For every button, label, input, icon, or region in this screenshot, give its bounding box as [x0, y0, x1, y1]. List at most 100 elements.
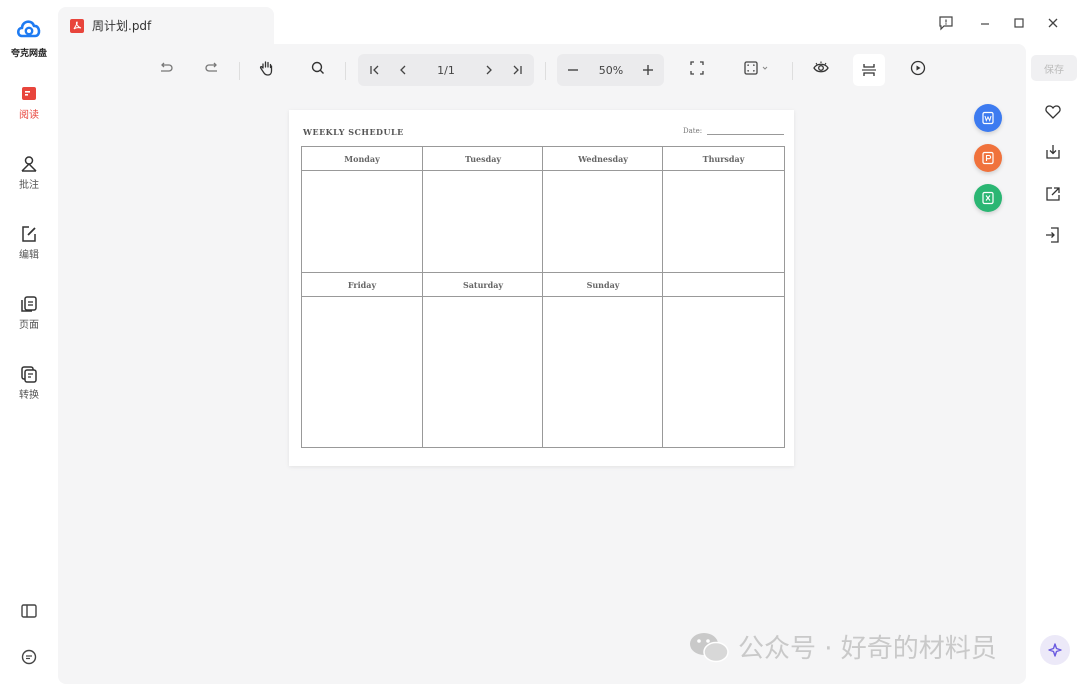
document-tab[interactable]: 周计划.pdf	[58, 7, 274, 44]
sidebar-item-label: 编辑	[19, 250, 39, 261]
page-navigation: 1/1	[358, 54, 534, 86]
zoom-level: 50%	[598, 63, 624, 77]
page-layout-button[interactable]	[853, 54, 885, 86]
excel-icon	[982, 191, 994, 205]
viewer-toolbar: 1/1 50%	[58, 52, 1026, 88]
share-icon[interactable]	[1043, 184, 1063, 204]
schedule-grid: Monday Tuesday Wednesday Thursday Friday…	[301, 146, 785, 448]
app-logo[interactable]: 夸克网盘	[8, 16, 50, 59]
fullscreen-icon	[690, 61, 704, 75]
convert-to-ppt-button[interactable]	[974, 144, 1002, 172]
next-page-button[interactable]	[478, 54, 500, 86]
feedback-icon[interactable]	[937, 14, 955, 32]
date-label: Date:	[683, 127, 703, 135]
page-indicator: 1/1	[437, 63, 455, 77]
search-button[interactable]	[306, 52, 330, 84]
prev-page-button[interactable]	[392, 54, 414, 86]
redo-icon	[205, 62, 217, 72]
page-number-input[interactable]: 1/1	[422, 54, 470, 86]
tab-bar: 周计划.pdf	[58, 0, 1080, 44]
pdf-icon	[70, 18, 84, 33]
convert-to-word-button[interactable]	[974, 104, 1002, 132]
eye-care-button[interactable]	[809, 52, 833, 84]
fit-page-icon	[744, 61, 758, 75]
pdf-page: WEEKLY SCHEDULE Date: Monday Tuesday Wed…	[289, 110, 794, 466]
fit-page-dropdown[interactable]	[736, 52, 776, 84]
toolbar-divider	[792, 62, 793, 80]
close-icon[interactable]	[1044, 14, 1062, 32]
play-icon	[910, 60, 926, 76]
watermark: 公众号 · 好奇的材料员	[688, 628, 997, 665]
day-header: Saturday	[423, 273, 543, 297]
hand-icon	[259, 61, 273, 76]
app-sidebar: 夸克网盘 阅读 批注 编辑 页面 转换	[0, 0, 58, 691]
chevron-down-icon	[762, 66, 768, 70]
day-header: Sunday	[543, 273, 663, 297]
sidebar-item-annotate[interactable]: 批注	[4, 155, 54, 191]
tab-title: 周计划.pdf	[92, 19, 152, 33]
edit-icon	[22, 226, 36, 242]
toolbar-divider	[545, 62, 546, 80]
document-viewer: 1/1 50% WEEKLY SCHEDULE Date: Monday Tue…	[58, 44, 1026, 684]
grid-divider	[662, 147, 663, 447]
last-page-button[interactable]	[506, 54, 528, 86]
minimize-icon[interactable]	[976, 14, 994, 32]
sidebar-item-read[interactable]: 阅读	[4, 85, 54, 121]
toolbar-divider	[239, 62, 240, 80]
zoom-controls: 50%	[557, 54, 664, 86]
grid-divider	[542, 147, 543, 447]
chevron-right-icon	[486, 65, 492, 75]
maximize-icon[interactable]	[1010, 14, 1028, 32]
panel-toggle-icon[interactable]	[18, 600, 40, 622]
sparkle-icon	[1048, 643, 1062, 657]
annotate-icon	[21, 156, 37, 172]
grid-divider	[422, 147, 423, 447]
redo-button[interactable]	[200, 52, 224, 84]
toolbar-divider	[345, 62, 346, 80]
hand-tool-button[interactable]	[255, 52, 279, 84]
zoom-level-select[interactable]: 50%	[589, 54, 633, 86]
word-icon	[982, 111, 994, 125]
sidebar-item-label: 页面	[19, 320, 39, 331]
wechat-icon	[690, 632, 729, 662]
zoom-out-button[interactable]	[561, 54, 585, 86]
convert-to-excel-button[interactable]	[974, 184, 1002, 212]
undo-button[interactable]	[154, 52, 178, 84]
right-panel: 保存	[1026, 44, 1080, 691]
last-page-icon	[513, 65, 522, 75]
sidebar-item-label: 批注	[19, 180, 39, 191]
search-icon	[311, 61, 324, 74]
app-logo-text: 夸克网盘	[10, 49, 47, 59]
sidebar-item-convert[interactable]: 转换	[4, 365, 54, 401]
first-page-button[interactable]	[364, 54, 386, 86]
download-icon[interactable]	[1043, 142, 1063, 162]
pages-icon	[21, 296, 37, 312]
zoom-in-button[interactable]	[636, 54, 660, 86]
day-header: Friday	[302, 273, 422, 297]
first-page-icon	[370, 65, 379, 75]
sidebar-item-label: 转换	[19, 390, 39, 401]
chat-icon[interactable]	[18, 646, 40, 668]
save-button[interactable]: 保存	[1031, 55, 1077, 81]
cloud-logo-icon	[16, 20, 41, 38]
watermark-text: 公众号 · 好奇的材料员	[738, 634, 997, 664]
document-title: WEEKLY SCHEDULE	[303, 127, 404, 137]
day-header	[663, 273, 784, 297]
convert-icon	[21, 366, 37, 383]
ai-assistant-button[interactable]	[1040, 635, 1070, 665]
play-button[interactable]	[906, 52, 930, 84]
sidebar-item-label: 阅读	[19, 110, 39, 121]
fullscreen-button[interactable]	[685, 52, 709, 84]
favorite-icon[interactable]	[1043, 102, 1063, 122]
minus-icon	[568, 69, 578, 71]
page-layout-icon	[862, 64, 876, 76]
undo-icon	[161, 62, 173, 72]
chevron-left-icon	[400, 65, 406, 75]
book-icon	[22, 87, 36, 100]
sidebar-item-edit[interactable]: 编辑	[4, 225, 54, 261]
plus-icon	[643, 65, 653, 75]
day-header: Wednesday	[543, 147, 663, 171]
sidebar-item-pages[interactable]: 页面	[4, 295, 54, 331]
date-underline	[707, 134, 784, 135]
import-icon[interactable]	[1043, 225, 1063, 245]
